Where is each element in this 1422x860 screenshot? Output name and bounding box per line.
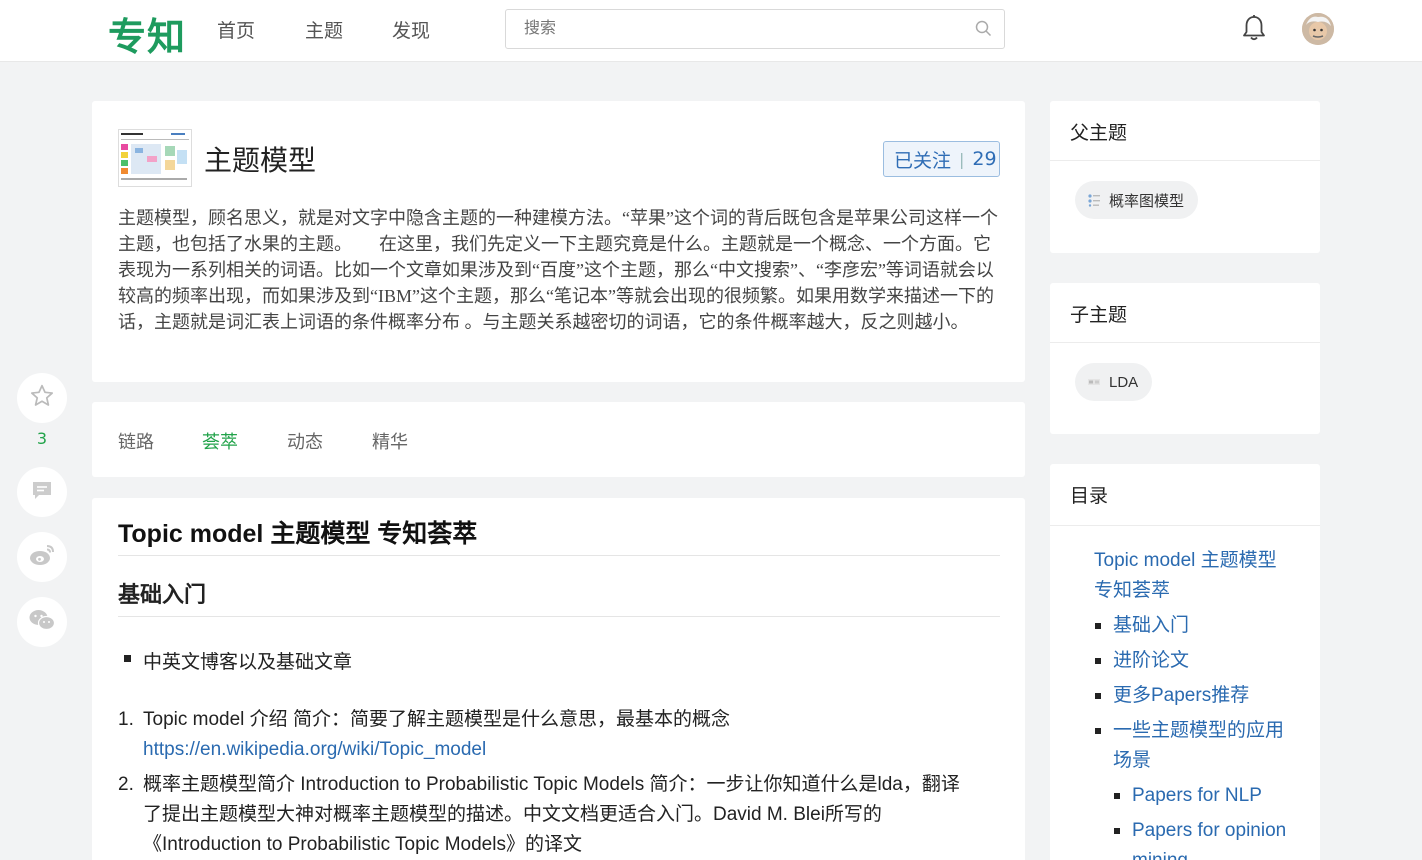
- notification-bell-icon[interactable]: [1241, 14, 1267, 46]
- tab-activity[interactable]: 动态: [287, 428, 323, 454]
- topic-header-card: 主题模型 已关注 | 29 主题模型，顾名思义，就是对文字中隐含主题的一种建模方…: [92, 101, 1025, 382]
- list-number: 1.: [118, 709, 134, 730]
- favorite-button[interactable]: [17, 373, 67, 423]
- parent-topic-card: 父主题 概率图模型: [1050, 101, 1320, 253]
- topic-description: 主题模型，顾名思义，就是对文字中隐含主题的一种建模方法。“苹果”这个词的背后既包…: [118, 208, 998, 332]
- star-icon: [29, 383, 55, 413]
- bullet-marker: [1114, 793, 1120, 799]
- wikipedia-link[interactable]: https://en.wikipedia.org/wiki/Topic_mode…: [143, 739, 486, 760]
- list-item-text: Topic model 介绍 简介：简要了解主题模型是什么意思，最基本的概念: [143, 709, 730, 730]
- title-divider: [118, 555, 1000, 556]
- topic-thumbnail-icon: [1087, 375, 1101, 389]
- weibo-icon: [28, 543, 56, 571]
- search-box: [505, 9, 1005, 49]
- toc-link[interactable]: 基础入门: [1113, 615, 1189, 636]
- tab-links[interactable]: 链路: [118, 428, 154, 454]
- topic-thumbnail: [118, 129, 192, 187]
- topic-tabs: 链路 荟萃 动态 精华: [92, 402, 1025, 477]
- list-item: 1. Topic model 介绍 简介：简要了解主题模型是什么意思，最基本的概…: [118, 705, 978, 765]
- bullet-marker: [1095, 623, 1101, 629]
- article-content-card: Topic model 主题模型 专知荟萃 基础入门 中英文博客以及基础文章 1…: [92, 498, 1025, 860]
- comment-icon: [31, 479, 53, 505]
- toc-link[interactable]: Papers for opinion mining: [1132, 820, 1286, 860]
- child-topic-card: 子主题 LDA: [1050, 283, 1320, 434]
- bullet-marker: [1095, 728, 1101, 734]
- parent-topic-pill[interactable]: 概率图模型: [1075, 181, 1199, 219]
- top-navbar: 专知 首页 主题 发现: [0, 0, 1422, 62]
- nav-discover[interactable]: 发现: [392, 16, 430, 43]
- follow-count: 29: [972, 148, 997, 170]
- follow-button[interactable]: 已关注 | 29: [883, 141, 1000, 177]
- toc-link[interactable]: Papers for NLP: [1132, 785, 1262, 806]
- favorite-count: 3: [36, 429, 48, 448]
- bullet-item: 中英文博客以及基础文章: [143, 652, 353, 673]
- toc-link[interactable]: 一些主题模型的应用场景: [1113, 720, 1284, 771]
- toc-subitem[interactable]: Papers for opinion mining: [1094, 816, 1294, 860]
- toc-link[interactable]: 进阶论文: [1113, 650, 1189, 671]
- table-of-contents-card: 目录 Topic model 主题模型 专知荟萃 基础入门 进阶论文 更多Pap…: [1050, 464, 1320, 860]
- toc-link[interactable]: 更多Papers推荐: [1113, 685, 1249, 706]
- section-divider: [118, 616, 1000, 617]
- follow-divider: |: [959, 149, 965, 169]
- child-topic-label: LDA: [1109, 373, 1139, 391]
- tab-highlights[interactable]: 精华: [372, 428, 408, 454]
- toc-heading: 目录: [1050, 464, 1320, 526]
- toc-item[interactable]: 一些主题模型的应用场景: [1094, 716, 1294, 776]
- site-logo[interactable]: 专知: [108, 6, 186, 61]
- wechat-icon: [28, 608, 56, 636]
- parent-topic-label: 概率图模型: [1109, 192, 1185, 210]
- search-input[interactable]: [506, 10, 946, 48]
- bullet-marker: [1114, 828, 1120, 834]
- share-wechat-button[interactable]: [17, 597, 67, 647]
- nav-topics[interactable]: 主题: [305, 16, 343, 43]
- article-title: Topic model 主题模型 专知荟萃: [118, 520, 478, 548]
- toc-list: Topic model 主题模型 专知荟萃 基础入门 进阶论文 更多Papers…: [1094, 546, 1294, 860]
- toc-item[interactable]: 基础入门: [1094, 611, 1294, 641]
- search-icon[interactable]: [975, 20, 992, 41]
- topic-thumbnail-icon: [1087, 193, 1101, 207]
- comment-button[interactable]: [17, 467, 67, 517]
- child-topic-heading: 子主题: [1050, 283, 1320, 343]
- tab-collection[interactable]: 荟萃: [202, 428, 238, 454]
- toc-subitem[interactable]: Papers for NLP: [1094, 781, 1294, 811]
- nav-home[interactable]: 首页: [217, 16, 255, 43]
- ordered-list: 1. Topic model 介绍 简介：简要了解主题模型是什么意思，最基本的概…: [118, 705, 978, 860]
- topic-title: 主题模型: [204, 144, 317, 177]
- child-topic-pill[interactable]: LDA: [1075, 363, 1153, 401]
- bullet-marker: [1095, 693, 1101, 699]
- list-number: 2.: [118, 774, 134, 795]
- list-item: 2. 概率主题模型简介 Introduction to Probabilisti…: [118, 770, 978, 860]
- section-heading: 基础入门: [118, 583, 207, 608]
- parent-topic-heading: 父主题: [1050, 101, 1320, 161]
- user-avatar[interactable]: [1302, 13, 1334, 45]
- list-item-text: 概率主题模型简介 Introduction to Probabilistic T…: [143, 774, 960, 855]
- bullet-marker: [124, 655, 131, 662]
- bullet-marker: [1095, 658, 1101, 664]
- toc-item[interactable]: 进阶论文: [1094, 646, 1294, 676]
- follow-label: 已关注: [894, 149, 952, 172]
- toc-link-root[interactable]: Topic model 主题模型 专知荟萃: [1094, 546, 1294, 606]
- share-weibo-button[interactable]: [17, 532, 67, 582]
- toc-item[interactable]: 更多Papers推荐: [1094, 681, 1294, 711]
